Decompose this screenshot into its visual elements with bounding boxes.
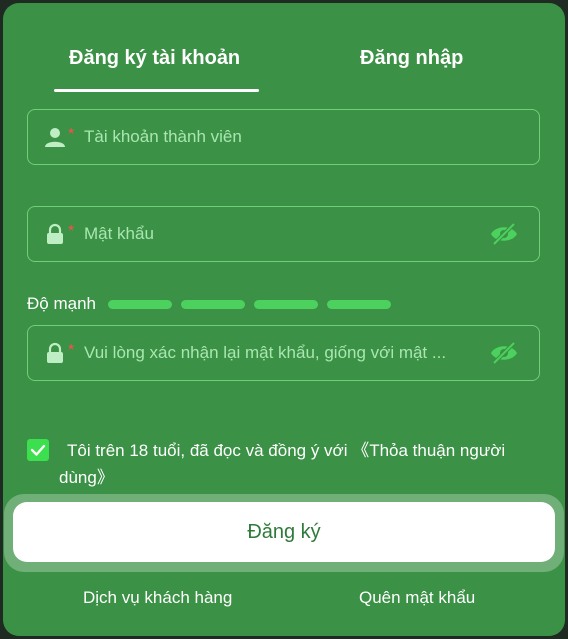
register-modal: Đăng ký tài khoản Đăng nhập * Tài khoản … [3,3,565,636]
strength-label: Độ mạnh [27,294,96,313]
required-asterisk: * [68,342,75,360]
required-asterisk: * [68,126,75,144]
checkmark-icon [30,444,46,456]
register-button[interactable]: Đăng ký [13,502,555,562]
agree-checkbox[interactable] [27,439,49,461]
agreement-text[interactable]: Tôi trên 18 tuổi, đã đọc và đồng ý với 《… [59,437,519,491]
lock-icon [44,223,66,245]
tab-login[interactable]: Đăng nhập [360,47,463,70]
auth-tabs: Đăng ký tài khoản Đăng nhập [3,3,565,95]
account-field[interactable]: * Tài khoản thành viên [27,109,540,165]
forgot-password-link[interactable]: Quên mật khẩu [359,588,475,608]
required-asterisk: * [68,223,75,241]
password-strength: Độ mạnh [27,293,400,315]
customer-service-link[interactable]: Dịch vụ khách hàng [83,588,232,608]
user-icon [44,126,66,148]
active-tab-indicator [54,89,259,92]
strength-segment [107,299,172,309]
eye-off-icon[interactable] [489,341,519,365]
eye-off-icon[interactable] [489,222,519,246]
tab-register[interactable]: Đăng ký tài khoản [69,47,240,70]
password-field[interactable]: * Mật khẩu [27,206,540,262]
confirm-password-field[interactable]: * Vui lòng xác nhận lại mật khẩu, giống … [27,325,540,381]
confirm-password-input[interactable]: Vui lòng xác nhận lại mật khẩu, giống vớ… [84,343,469,363]
strength-segment [253,299,318,309]
submit-container: Đăng ký [4,494,564,572]
account-input[interactable]: Tài khoản thành viên [84,127,469,147]
strength-segment [180,299,245,309]
strength-segment [326,299,391,309]
password-input[interactable]: Mật khẩu [84,224,469,244]
lock-icon [44,342,66,364]
